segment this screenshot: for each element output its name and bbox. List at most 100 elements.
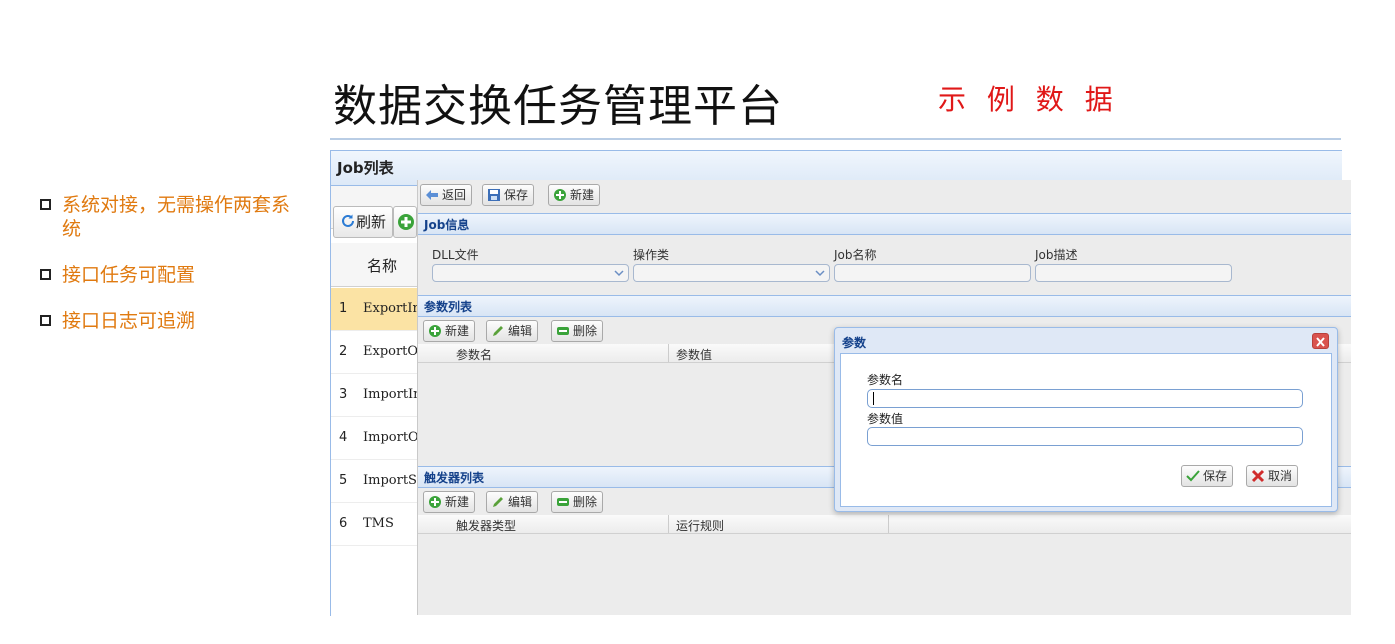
- operation-class-select[interactable]: [633, 264, 830, 282]
- sample-data-label: 示 例 数 据: [938, 83, 1119, 116]
- close-button[interactable]: [1312, 333, 1329, 349]
- column-header-run-rule: 运行规则: [676, 519, 725, 533]
- new-job-button[interactable]: 新建: [548, 184, 601, 206]
- dialog-save-label: 保存: [1203, 469, 1228, 483]
- square-bullet-icon: [40, 269, 51, 280]
- save-button[interactable]: 保存: [482, 184, 535, 206]
- chevron-down-icon: [614, 270, 624, 277]
- pencil-icon: [493, 326, 503, 336]
- refresh-button[interactable]: 刷新: [333, 206, 394, 238]
- job-name-label: Job名称: [834, 248, 877, 262]
- dialog-body: 参数名 参数值 保存 取消: [840, 353, 1332, 507]
- add-icon: [429, 496, 441, 508]
- refresh-label: 刷新: [356, 213, 387, 231]
- dialog-save-button[interactable]: 保存: [1181, 465, 1234, 487]
- add-param-label: 新建: [445, 324, 470, 338]
- square-bullet-icon: [40, 315, 51, 326]
- dialog-title: 参数: [842, 336, 867, 350]
- bullet-text: 接口日志可追溯: [62, 310, 196, 332]
- close-icon: [1316, 337, 1325, 347]
- param-name-label: 参数名: [867, 373, 904, 387]
- bullet-text: 系统对接，无需操作两套系统: [62, 194, 291, 240]
- chevron-down-icon: [815, 270, 825, 277]
- column-separator: [888, 515, 889, 533]
- trigger-grid-header: [418, 515, 1351, 534]
- param-list-header: 参数列表: [418, 295, 1351, 317]
- square-bullet-icon: [40, 199, 51, 210]
- job-name-input[interactable]: [834, 264, 1031, 282]
- new-label: 新建: [570, 188, 595, 202]
- column-header-param-name: 参数名: [456, 348, 493, 362]
- minus-icon: [557, 327, 569, 335]
- param-value-label: 参数值: [867, 412, 904, 426]
- edit-trigger-label: 编辑: [508, 495, 533, 509]
- param-dialog: 参数 参数名 参数值 保存 取消: [834, 327, 1338, 512]
- add-icon: [398, 214, 414, 230]
- delete-param-button[interactable]: 删除: [551, 320, 604, 342]
- row-name: ExportOut: [363, 344, 421, 359]
- row-number: 2: [339, 344, 348, 359]
- row-number: 4: [339, 430, 348, 445]
- check-icon: [1186, 470, 1200, 482]
- delete-trigger-label: 删除: [573, 495, 598, 509]
- row-number: 1: [339, 301, 348, 316]
- add-job-button[interactable]: [393, 206, 417, 238]
- job-description-input[interactable]: [1035, 264, 1232, 282]
- bullet-item: 系统对接，无需操作两套系统: [40, 193, 300, 241]
- row-name: ExportInb: [363, 301, 421, 316]
- add-icon: [429, 325, 441, 337]
- param-name-input[interactable]: [867, 389, 1303, 408]
- param-value-input[interactable]: [867, 427, 1303, 446]
- dll-file-label: DLL文件: [432, 248, 479, 262]
- save-icon: [488, 189, 500, 201]
- row-name: ImportInb: [363, 387, 421, 402]
- back-button[interactable]: 返回: [420, 184, 473, 206]
- table-row[interactable]: 6 TMS: [331, 503, 421, 546]
- dll-file-select[interactable]: [432, 264, 629, 282]
- column-header-param-value: 参数值: [676, 348, 713, 362]
- job-description-label: Job描述: [1035, 248, 1078, 262]
- table-row[interactable]: 4 ImportOut: [331, 417, 421, 460]
- table-row[interactable]: 5 ImportSKU: [331, 460, 421, 503]
- bullet-item: 接口日志可追溯: [40, 309, 300, 333]
- delete-trigger-button[interactable]: 删除: [551, 491, 604, 513]
- add-trigger-button[interactable]: 新建: [423, 491, 476, 513]
- refresh-icon: [342, 214, 354, 227]
- back-arrow-icon: [426, 190, 438, 200]
- table-row[interactable]: 1 ExportInb: [331, 288, 421, 331]
- pencil-icon: [493, 497, 503, 507]
- job-info-header: Job信息: [418, 213, 1351, 235]
- column-header-trigger-type: 触发器类型: [456, 519, 517, 533]
- add-icon: [554, 189, 566, 201]
- edit-param-button[interactable]: 编辑: [486, 320, 539, 342]
- row-name: TMS: [363, 516, 394, 531]
- row-number: 3: [339, 387, 348, 402]
- minus-icon: [557, 498, 569, 506]
- title-divider: [330, 138, 1341, 140]
- row-name: ImportSKU: [363, 473, 421, 488]
- bullet-text: 接口任务可配置: [62, 264, 196, 286]
- table-row[interactable]: 2 ExportOut: [331, 331, 421, 374]
- column-header-name: 名称: [367, 257, 398, 275]
- row-name: ImportOut: [363, 430, 421, 445]
- add-trigger-label: 新建: [445, 495, 470, 509]
- dialog-cancel-button[interactable]: 取消: [1246, 465, 1299, 487]
- operation-class-label: 操作类: [633, 248, 670, 262]
- bullet-item: 接口任务可配置: [40, 263, 300, 287]
- table-row[interactable]: 3 ImportInb: [331, 374, 421, 417]
- dialog-cancel-label: 取消: [1268, 469, 1293, 483]
- column-separator: [668, 515, 669, 533]
- column-separator: [668, 344, 669, 362]
- job-grid-header: 名称: [331, 243, 421, 287]
- save-label: 保存: [504, 188, 529, 202]
- edit-trigger-button[interactable]: 编辑: [486, 491, 539, 513]
- feature-bullets: 系统对接，无需操作两套系统 接口任务可配置 接口日志可追溯: [40, 193, 300, 355]
- page-title: 数据交换任务管理平台: [333, 81, 783, 132]
- cross-icon: [1251, 469, 1265, 483]
- text-caret: [873, 392, 874, 405]
- delete-param-label: 删除: [573, 324, 598, 338]
- back-label: 返回: [442, 188, 467, 202]
- row-number: 6: [339, 516, 348, 531]
- edit-param-label: 编辑: [508, 324, 533, 338]
- add-param-button[interactable]: 新建: [423, 320, 476, 342]
